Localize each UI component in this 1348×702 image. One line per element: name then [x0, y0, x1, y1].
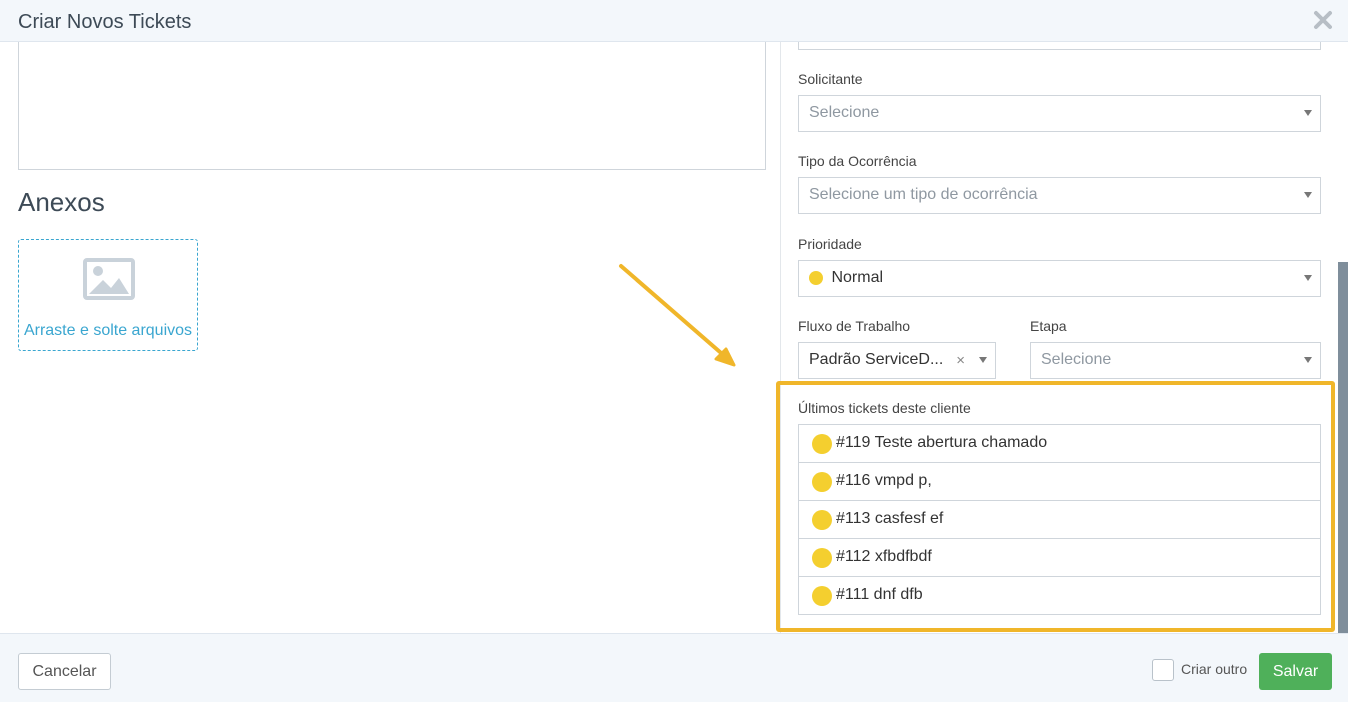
save-button[interactable]: Salvar — [1259, 653, 1332, 690]
solicitante-select[interactable]: Selecione — [798, 95, 1321, 132]
fluxo-trabalho-select[interactable]: Padrão ServiceD... × — [798, 342, 996, 379]
clear-icon[interactable]: × — [956, 352, 965, 369]
caret-down-icon — [1304, 357, 1312, 363]
caret-down-icon — [1304, 275, 1312, 281]
create-another-checkbox[interactable] — [1152, 659, 1174, 681]
modal-header: Criar Novos Tickets — [0, 0, 1348, 42]
ticket-label: #112 xfbdfbdf — [836, 548, 932, 565]
recent-tickets-label: Últimos tickets deste cliente — [798, 400, 971, 416]
tipo-ocorrencia-select[interactable]: Selecione um tipo de ocorrência — [798, 177, 1321, 214]
ticket-status-dot-icon — [812, 472, 832, 492]
solicitante-placeholder: Selecione — [809, 104, 880, 121]
caret-down-icon — [1304, 110, 1312, 116]
dropzone-label: Arraste e solte arquivos — [23, 322, 193, 339]
previous-field[interactable] — [798, 42, 1321, 50]
fluxo-trabalho-label: Fluxo de Trabalho — [798, 318, 911, 334]
modal-footer: Cancelar Criar outro Salvar — [0, 633, 1348, 702]
prioridade-value: Normal — [831, 269, 884, 286]
prioridade-label: Prioridade — [798, 236, 862, 252]
etapa-select[interactable]: Selecione — [1030, 342, 1321, 379]
ticket-status-dot-icon — [812, 586, 832, 606]
ticket-item[interactable]: #113 casfesf ef — [798, 500, 1321, 539]
etapa-placeholder: Selecione — [1041, 351, 1112, 368]
scrollbar[interactable] — [1338, 262, 1348, 633]
ticket-item[interactable]: #112 xfbdfbdf — [798, 538, 1321, 577]
caret-down-icon — [979, 357, 987, 363]
ticket-label: #111 dnf dfb — [836, 586, 923, 603]
caret-down-icon — [1304, 192, 1312, 198]
ticket-item[interactable]: #116 vmpd p, — [798, 462, 1321, 501]
modal-title: Criar Novos Tickets — [18, 11, 192, 33]
ticket-label: #119 Teste abertura chamado — [836, 434, 1048, 451]
tipo-ocorrencia-placeholder: Selecione um tipo de ocorrência — [809, 186, 1038, 203]
priority-dot-icon — [809, 270, 823, 285]
solicitante-label: Solicitante — [798, 71, 863, 87]
ticket-item[interactable]: #119 Teste abertura chamado — [798, 424, 1321, 463]
ticket-item[interactable]: #111 dnf dfb — [798, 576, 1321, 615]
annotation-arrow — [610, 255, 750, 375]
attachments-title: Anexos — [18, 187, 105, 217]
image-icon — [83, 258, 135, 300]
ticket-status-dot-icon — [812, 510, 832, 530]
ticket-status-dot-icon — [812, 434, 832, 454]
tipo-ocorrencia-label: Tipo da Ocorrência — [798, 153, 917, 169]
fluxo-trabalho-value: Padrão ServiceD... — [809, 351, 944, 368]
ticket-label: #113 casfesf ef — [836, 510, 944, 527]
cancel-button[interactable]: Cancelar — [18, 653, 111, 690]
create-another-label[interactable]: Criar outro — [1181, 661, 1247, 677]
ticket-label: #116 vmpd p, — [836, 472, 932, 489]
etapa-label: Etapa — [1030, 318, 1067, 334]
ticket-status-dot-icon — [812, 548, 832, 568]
description-textarea[interactable] — [18, 42, 766, 170]
close-icon[interactable] — [1312, 9, 1334, 31]
prioridade-select[interactable]: Normal — [798, 260, 1321, 297]
attachments-dropzone[interactable]: Arraste e solte arquivos — [18, 239, 198, 351]
